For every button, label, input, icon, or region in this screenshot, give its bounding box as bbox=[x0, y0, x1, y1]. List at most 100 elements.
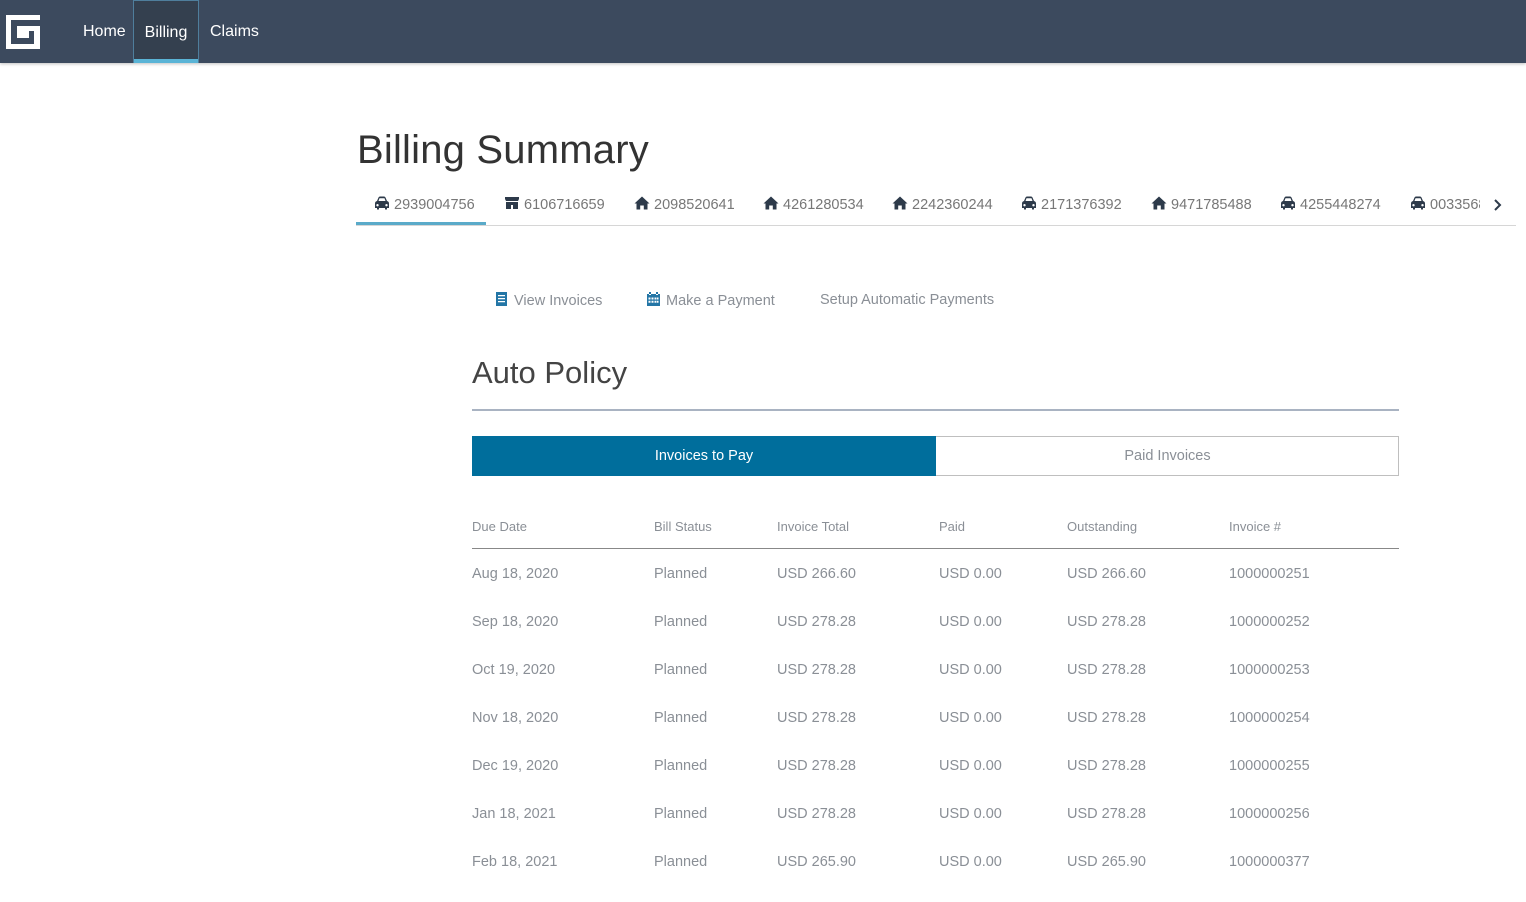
cell-outstanding: USD 278.28 bbox=[1067, 758, 1146, 774]
cell-paid: USD 0.00 bbox=[939, 854, 1002, 870]
cell-outstanding: USD 278.28 bbox=[1067, 710, 1146, 726]
policy-number: 4255448274 bbox=[1300, 197, 1381, 213]
cell-due-date: Oct 19, 2020 bbox=[472, 662, 556, 678]
cell-due-date: Aug 18, 2020 bbox=[472, 566, 559, 582]
top-nav-bar: Home Billing Claims bbox=[0, 0, 1526, 63]
nav-billing[interactable]: Billing bbox=[133, 0, 199, 63]
cell-paid: USD 0.00 bbox=[939, 806, 1002, 822]
action-label: View Invoices bbox=[514, 293, 603, 309]
cell-outstanding: USD 266.60 bbox=[1067, 566, 1146, 582]
cell-bill-status: Planned bbox=[654, 806, 708, 822]
car-icon bbox=[1281, 196, 1295, 210]
cell-invoice-total: USD 278.28 bbox=[777, 806, 856, 822]
column-header-bill-status[interactable]: Bill Status bbox=[654, 519, 712, 534]
cell-bill-status: Planned bbox=[654, 710, 708, 726]
policy-tab[interactable]: 2098520641 bbox=[634, 185, 735, 225]
cell-invoice-number: 1000000256 bbox=[1229, 806, 1310, 822]
table-row: Sep 18, 2020 Planned USD 278.28 USD 0.00… bbox=[0, 614, 1526, 662]
policy-tab[interactable]: 4255448274 bbox=[1280, 185, 1381, 225]
column-header-paid[interactable]: Paid bbox=[939, 519, 965, 534]
nav-home[interactable]: Home bbox=[71, 0, 138, 63]
table-row: Aug 18, 2020 Planned USD 266.60 USD 0.00… bbox=[0, 566, 1526, 614]
cell-paid: USD 0.00 bbox=[939, 566, 1002, 582]
policy-tab[interactable]: 2242360244 bbox=[892, 185, 993, 225]
page-title: Billing Summary bbox=[357, 128, 649, 172]
cell-outstanding: USD 278.28 bbox=[1067, 806, 1146, 822]
policy-tab[interactable]: 2171376392 bbox=[1021, 185, 1122, 225]
policy-tab[interactable]: 2939004756 bbox=[356, 185, 486, 225]
section-title: Auto Policy bbox=[472, 355, 628, 390]
cell-due-date: Feb 18, 2021 bbox=[472, 854, 558, 870]
policy-number: 4261280534 bbox=[783, 197, 864, 213]
chevron-right-icon[interactable] bbox=[1491, 197, 1505, 213]
cell-invoice-total: USD 278.28 bbox=[777, 662, 856, 678]
car-icon bbox=[1022, 196, 1036, 210]
calendar-icon bbox=[647, 292, 660, 306]
cell-invoice-number: 1000000255 bbox=[1229, 758, 1310, 774]
policy-number: 6106716659 bbox=[524, 197, 605, 213]
cell-invoice-number: 1000000254 bbox=[1229, 710, 1310, 726]
table-row: Dec 19, 2020 Planned USD 278.28 USD 0.00… bbox=[0, 758, 1526, 806]
table-row: Feb 18, 2021 Planned USD 265.90 USD 0.00… bbox=[0, 854, 1526, 902]
cell-outstanding: USD 278.28 bbox=[1067, 662, 1146, 678]
cell-invoice-total: USD 278.28 bbox=[777, 710, 856, 726]
policy-tab[interactable]: 9471785488 bbox=[1151, 185, 1252, 225]
nav-claims[interactable]: Claims bbox=[198, 0, 271, 63]
cell-due-date: Jan 18, 2021 bbox=[472, 806, 556, 822]
policy-number: 9471785488 bbox=[1171, 197, 1252, 213]
table-row: Jan 18, 2021 Planned USD 278.28 USD 0.00… bbox=[0, 806, 1526, 854]
cell-bill-status: Planned bbox=[654, 614, 708, 630]
policy-number: 2242360244 bbox=[912, 197, 993, 213]
home-icon bbox=[763, 196, 779, 210]
cell-due-date: Nov 18, 2020 bbox=[472, 710, 559, 726]
policy-number: 2171376392 bbox=[1041, 197, 1122, 213]
cell-invoice-total: USD 266.60 bbox=[777, 566, 856, 582]
cell-invoice-total: USD 278.28 bbox=[777, 614, 856, 630]
action-label: Make a Payment bbox=[666, 293, 775, 309]
cell-paid: USD 0.00 bbox=[939, 614, 1002, 630]
cell-invoice-number: 1000000377 bbox=[1229, 854, 1310, 870]
column-header-invoice-number[interactable]: Invoice # bbox=[1229, 519, 1281, 534]
table-row: Nov 18, 2020 Planned USD 278.28 USD 0.00… bbox=[0, 710, 1526, 758]
store-icon bbox=[505, 197, 519, 209]
column-header-invoice-total[interactable]: Invoice Total bbox=[777, 519, 849, 534]
policy-number: 0033568 bbox=[1430, 197, 1480, 213]
cell-bill-status: Planned bbox=[654, 854, 708, 870]
table-header-divider bbox=[472, 548, 1399, 549]
car-icon bbox=[375, 196, 389, 210]
cell-paid: USD 0.00 bbox=[939, 662, 1002, 678]
cell-invoice-total: USD 265.90 bbox=[777, 854, 856, 870]
paid-invoices-button[interactable]: Paid Invoices bbox=[936, 436, 1399, 476]
home-icon bbox=[892, 196, 908, 210]
policy-tab[interactable]: 6106716659 bbox=[504, 185, 605, 225]
view-invoices-link[interactable]: View Invoices bbox=[495, 292, 602, 309]
column-header-due-date[interactable]: Due Date bbox=[472, 519, 527, 534]
invoices-to-pay-button[interactable]: Invoices to Pay bbox=[472, 436, 936, 476]
policy-tabs: 2939004756 6106716659 2098520641 4261280… bbox=[356, 185, 1516, 226]
policy-tab[interactable]: 4261280534 bbox=[763, 185, 864, 225]
cell-invoice-number: 1000000251 bbox=[1229, 566, 1310, 582]
cell-invoice-number: 1000000252 bbox=[1229, 614, 1310, 630]
home-icon bbox=[634, 196, 650, 210]
policy-number: 2098520641 bbox=[654, 197, 735, 213]
policy-tab[interactable]: 0033568 bbox=[1410, 185, 1480, 225]
cell-paid: USD 0.00 bbox=[939, 758, 1002, 774]
guidewire-g-logo-icon[interactable] bbox=[6, 15, 40, 49]
cell-bill-status: Planned bbox=[654, 758, 708, 774]
cell-bill-status: Planned bbox=[654, 566, 708, 582]
home-icon bbox=[1151, 196, 1167, 210]
column-header-outstanding[interactable]: Outstanding bbox=[1067, 519, 1137, 534]
cell-outstanding: USD 278.28 bbox=[1067, 614, 1146, 630]
cell-due-date: Dec 19, 2020 bbox=[472, 758, 559, 774]
cell-outstanding: USD 265.90 bbox=[1067, 854, 1146, 870]
setup-automatic-payments-link[interactable]: Setup Automatic Payments bbox=[820, 292, 994, 308]
car-icon bbox=[1411, 196, 1425, 210]
make-payment-link[interactable]: Make a Payment bbox=[647, 292, 775, 309]
cell-due-date: Sep 18, 2020 bbox=[472, 614, 559, 630]
cell-bill-status: Planned bbox=[654, 662, 708, 678]
cell-invoice-number: 1000000253 bbox=[1229, 662, 1310, 678]
document-icon bbox=[496, 292, 507, 306]
table-row: Oct 19, 2020 Planned USD 278.28 USD 0.00… bbox=[0, 662, 1526, 710]
cell-invoice-total: USD 278.28 bbox=[777, 758, 856, 774]
policy-number: 2939004756 bbox=[394, 197, 475, 213]
